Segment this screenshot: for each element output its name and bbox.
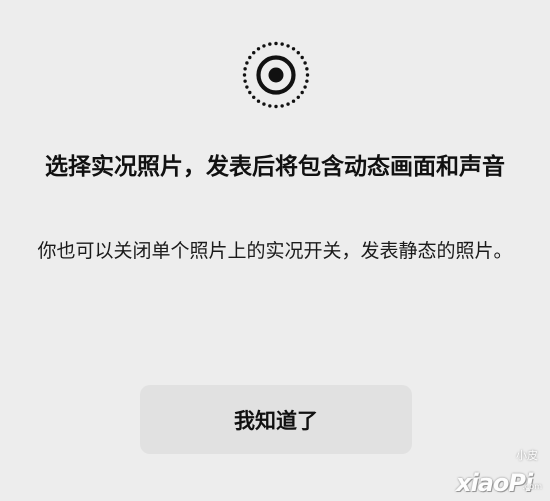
live-icon-ring-dot [305,73,310,77]
live-icon-ring-dot [291,47,296,51]
live-icon-ring-dot [303,61,307,65]
live-icon-ring-dot [268,104,272,108]
live-photo-dialog: 选择实况照片，发表后将包含动态画面和声音 你也可以关闭单个照片上的实况开关，发表… [0,0,550,501]
live-icon-ring-dot [305,79,309,83]
live-icon-ring-dot [248,55,252,60]
live-icon-ring-dot [300,90,304,95]
watermark-logo: 小皮 xiaoPi .com [456,447,542,497]
live-icon-ring-dot [268,42,272,46]
live-icon-ring-dot [286,102,290,106]
watermark-small-text: 小皮 [516,449,538,462]
live-icon-ring-dot [256,47,261,51]
live-icon-ring-dot [252,95,256,99]
live-icon-ring-dot [300,55,304,60]
live-icon-ring-dot [274,41,278,46]
live-icon-ring-dot [243,67,247,71]
live-icon-ring-dot [305,67,309,71]
dialog-description: 你也可以关闭单个照片上的实况开关，发表静态的照片。 [37,240,513,262]
live-icon-ring-dot [291,99,296,103]
live-icon-ring-dot [296,95,300,99]
live-icon-ring-dot [296,51,300,55]
live-icon-ring-dot [262,102,266,106]
live-icon-ring-dot [243,79,247,83]
got-it-button[interactable]: 我知道了 [140,385,412,454]
live-icon-ring-dot [256,99,261,103]
watermark-brand-text: xiaoPi [456,469,533,497]
live-icon-ring-dot [245,61,249,65]
watermark-domain-text: .com [522,482,542,491]
live-icon-ring-dot [286,44,290,48]
live-photo-icon [242,41,310,109]
live-icon-ring-dot [252,51,256,55]
dialog-title: 选择实况照片，发表后将包含动态画面和声音 [45,154,505,180]
live-icon-ring-dot [262,44,266,48]
live-icon-ring-dot [245,85,249,89]
live-icon-ring-dot [280,42,284,46]
live-icon-ring-dot [274,104,278,109]
live-icon-ring-dot [242,73,247,77]
live-icon-ring-dot [280,104,284,108]
live-icon-ring-dot [303,85,307,89]
live-icon-ring-dot [248,90,252,95]
